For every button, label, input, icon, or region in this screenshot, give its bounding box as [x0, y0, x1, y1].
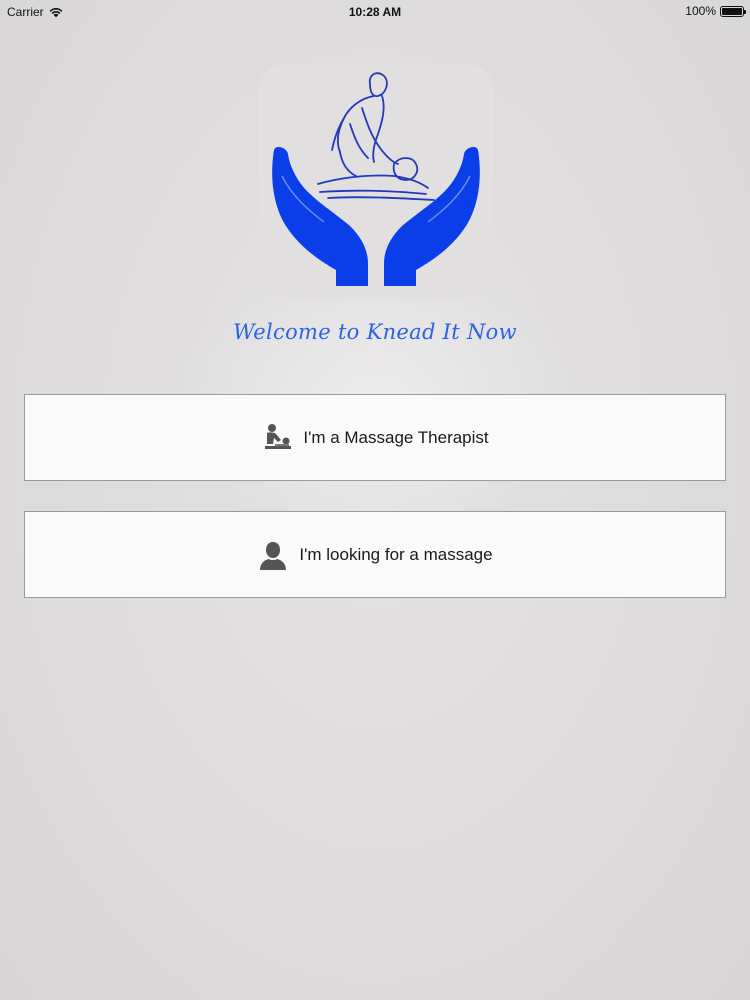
battery-percent: 100%	[685, 4, 716, 18]
app-logo	[258, 64, 494, 298]
status-bar: Carrier 10:28 AM 100%	[0, 0, 750, 24]
status-time: 10:28 AM	[348, 5, 402, 19]
massage-therapist-label: I'm a Massage Therapist	[303, 427, 489, 447]
person-icon	[260, 541, 287, 570]
battery-indicator: 100%	[685, 4, 746, 18]
massage-hands-logo-icon	[272, 72, 480, 286]
looking-for-massage-label: I'm looking for a massage	[299, 544, 493, 564]
massage-therapist-button[interactable]: I'm a Massage Therapist	[24, 394, 726, 481]
welcome-title: Welcome to Knead It Now	[233, 320, 517, 344]
battery-icon	[720, 5, 746, 17]
battery-tip	[744, 9, 746, 14]
app-screen: Carrier 10:28 AM 100% Welcome to Knead I…	[0, 0, 750, 1000]
looking-for-massage-button[interactable]: I'm looking for a massage	[24, 511, 726, 598]
massage-therapist-icon	[265, 423, 292, 449]
battery-fill	[722, 7, 742, 15]
